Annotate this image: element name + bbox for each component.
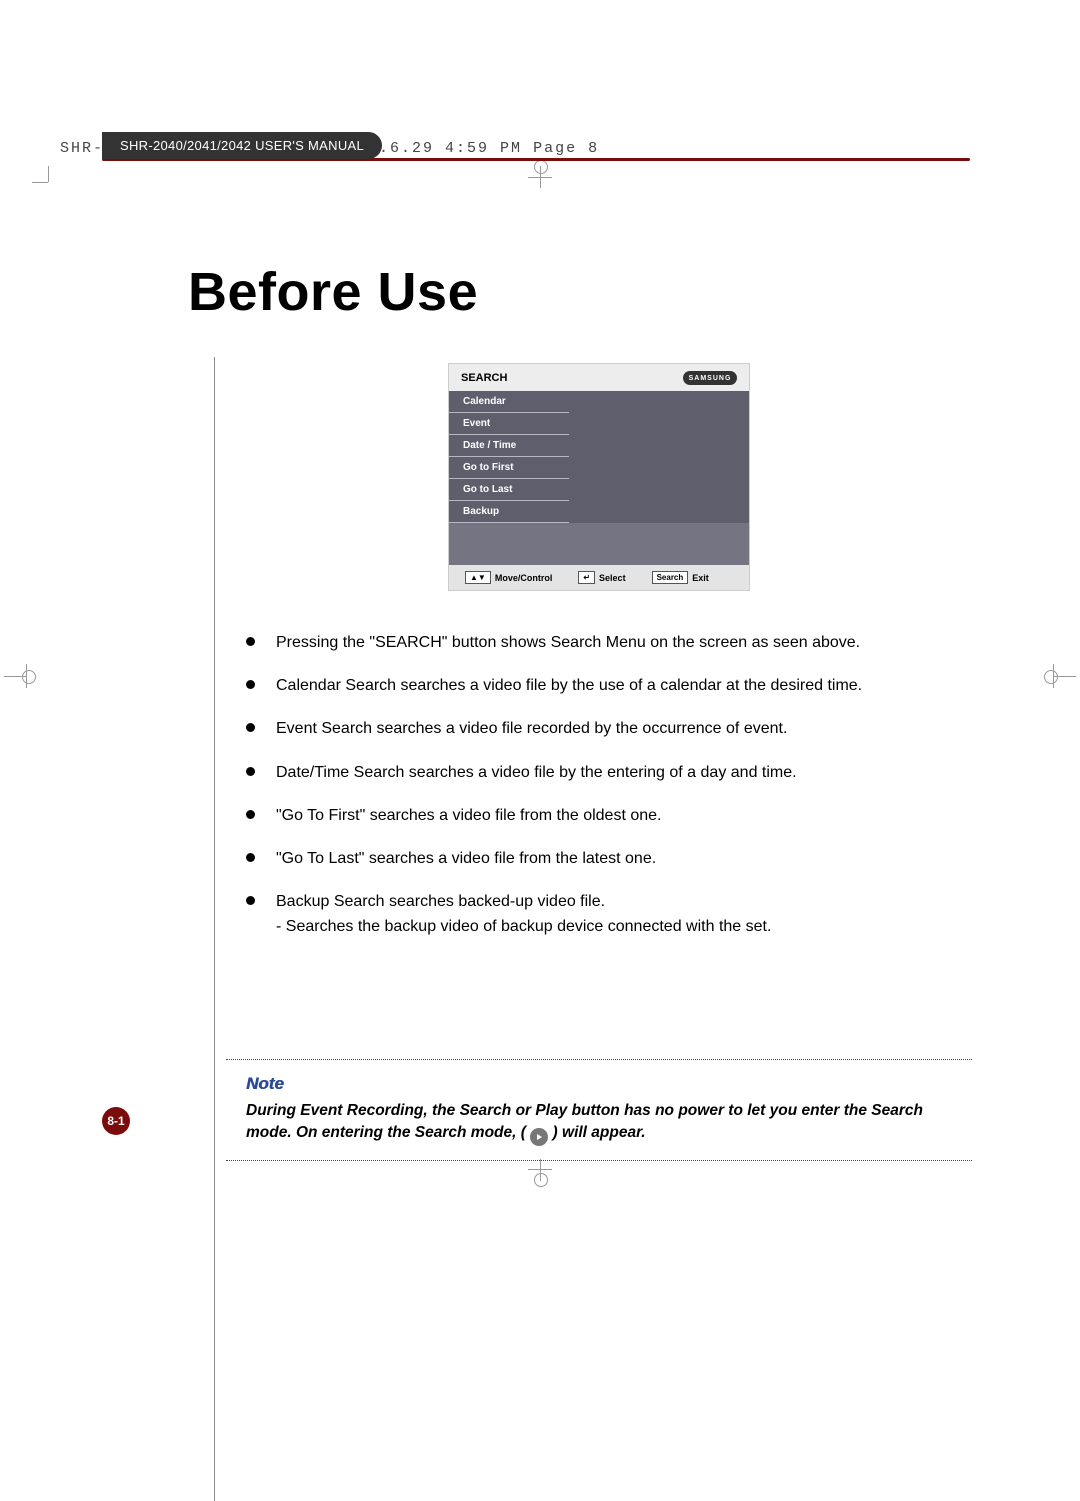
- menu-item-backup: Backup: [449, 501, 569, 523]
- footer-key-select: ↵Select: [578, 571, 625, 584]
- bullet-text: "Go To Last" searches a video file from …: [276, 850, 656, 867]
- bullet-text: Event Search searches a video file recor…: [276, 720, 787, 737]
- menu-item-date-time: Date / Time: [449, 435, 569, 457]
- list-item: Pressing the "SEARCH" button shows Searc…: [246, 631, 972, 654]
- manual-title-pill: SHR-2040/2041/2042 USER'S MANUAL: [102, 132, 382, 159]
- page-number-badge: 8-1: [102, 1107, 130, 1135]
- note-body: During Event Recording, the Search or Pl…: [246, 1100, 968, 1146]
- bullet-text: Date/Time Search searches a video file b…: [276, 764, 797, 781]
- content-left-rule: [214, 357, 215, 1501]
- crop-mark-top-h: [528, 177, 552, 178]
- screenshot-body: [449, 523, 749, 565]
- menu-item-go-to-last: Go to Last: [449, 479, 569, 501]
- footer-select-label: Select: [599, 573, 626, 583]
- page-title: Before Use: [188, 261, 1080, 323]
- note-title: Note: [246, 1074, 968, 1094]
- bullet-text: Backup Search searches backed-up video f…: [276, 893, 605, 910]
- list-item: Event Search searches a video file recor…: [246, 717, 972, 740]
- screenshot-footer: ▲▼Move/Control ↵Select SearchExit: [449, 565, 749, 590]
- footer-key-move: ▲▼Move/Control: [465, 571, 552, 584]
- crop-mark-right: [1054, 676, 1076, 677]
- page: SHR-2040/2041/2042-ENG-1 2005.6.29 4:59 …: [0, 132, 1080, 1221]
- note-box: Note During Event Recording, the Search …: [226, 1059, 972, 1161]
- list-item: Backup Search searches backed-up video f…: [246, 890, 972, 938]
- screenshot-header: SEARCH SAMSUNG: [449, 364, 749, 391]
- screenshot-title: SEARCH: [461, 372, 507, 384]
- footer-key-exit: SearchExit: [652, 571, 709, 584]
- screenshot-menu: Calendar Event Date / Time Go to First G…: [449, 391, 749, 523]
- list-item: Date/Time Search searches a video file b…: [246, 761, 972, 784]
- crop-mark-bottom-h: [528, 1169, 552, 1170]
- play-icon: [530, 1128, 548, 1146]
- menu-item-calendar: Calendar: [449, 391, 569, 413]
- footer-exit-key-label: Search: [652, 571, 689, 584]
- bullet-subtext: - Searches the backup video of backup de…: [276, 915, 972, 938]
- note-text-2: ) will appear.: [553, 1124, 646, 1141]
- bullet-list: Pressing the "SEARCH" button shows Searc…: [246, 631, 972, 939]
- menu-item-go-to-first: Go to First: [449, 457, 569, 479]
- footer-move-label: Move/Control: [495, 573, 553, 583]
- device-screenshot: SEARCH SAMSUNG Calendar Event Date / Tim…: [448, 363, 750, 591]
- list-item: Calendar Search searches a video file by…: [246, 674, 972, 697]
- footer-exit-label: Exit: [692, 573, 709, 583]
- header-bar: SHR-2040/2041/2042 USER'S MANUAL: [102, 132, 970, 161]
- bullet-text: "Go To First" searches a video file from…: [276, 807, 661, 824]
- bullet-text: Calendar Search searches a video file by…: [276, 677, 862, 694]
- crop-mark-left: [4, 676, 26, 677]
- crop-mark-right-v: [1053, 664, 1054, 688]
- samsung-logo: SAMSUNG: [683, 371, 737, 385]
- screenshot-menu-container: Calendar Event Date / Time Go to First G…: [449, 391, 749, 565]
- menu-item-event: Event: [449, 413, 569, 435]
- list-item: "Go To Last" searches a video file from …: [246, 847, 972, 870]
- bullet-text: Pressing the "SEARCH" button shows Searc…: [276, 634, 860, 651]
- crop-mark-bottom: [540, 1159, 541, 1181]
- list-item: "Go To First" searches a video file from…: [246, 804, 972, 827]
- content-column: SEARCH SAMSUNG Calendar Event Date / Tim…: [226, 363, 972, 1161]
- crop-mark-left-v: [26, 664, 27, 688]
